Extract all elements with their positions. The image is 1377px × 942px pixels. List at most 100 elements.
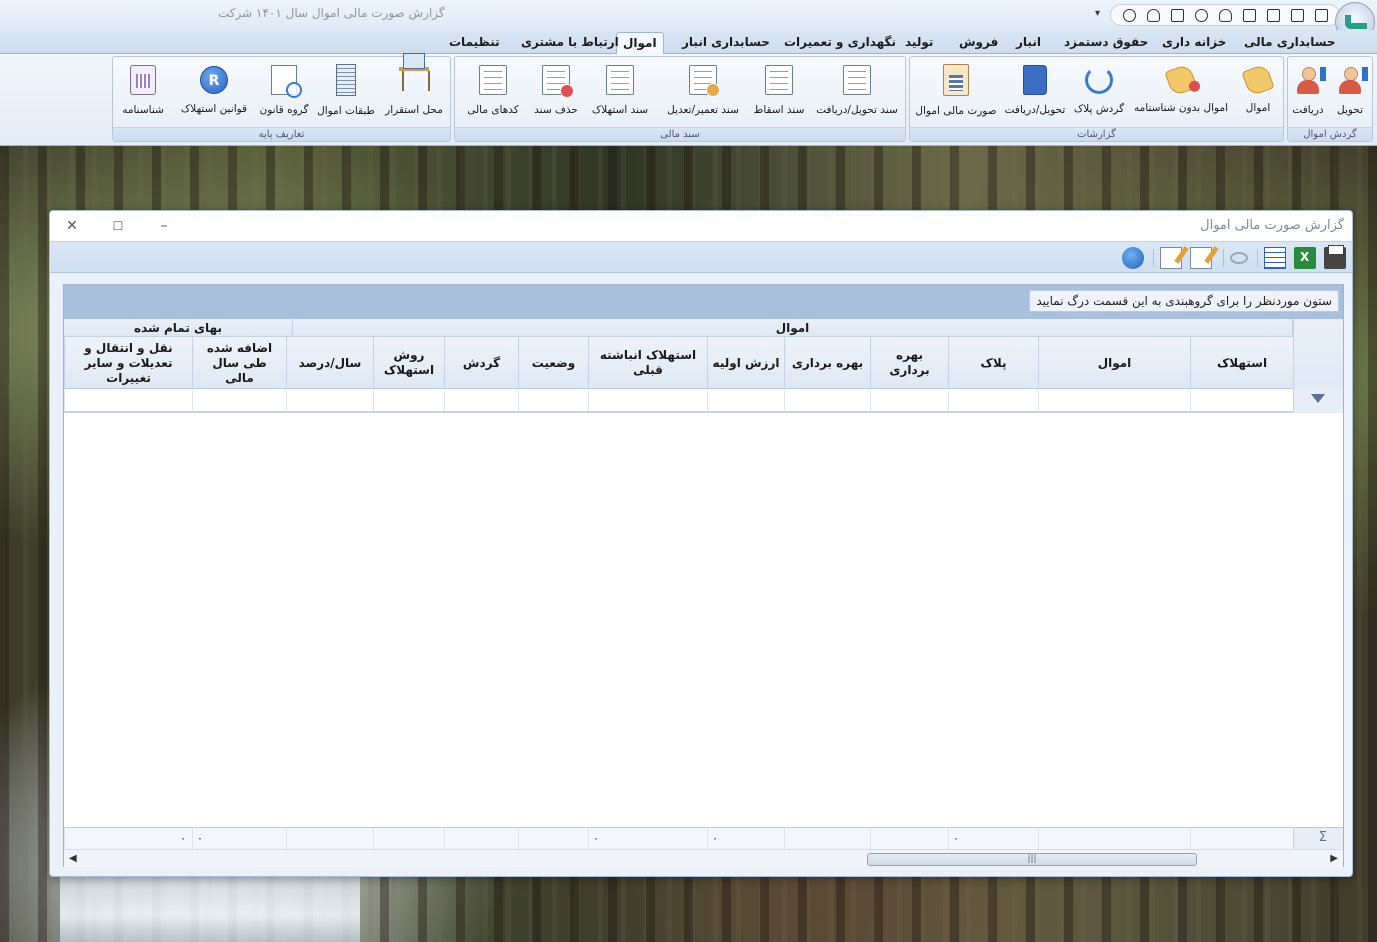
user-icon[interactable] xyxy=(1146,8,1160,22)
filter-cell[interactable] xyxy=(948,391,1038,411)
registered-r-icon: R xyxy=(200,66,228,94)
summary-value: ۰ xyxy=(180,832,186,845)
tab-payroll[interactable]: حقوق دستمزد xyxy=(1058,32,1154,54)
filter-icon[interactable] xyxy=(1311,394,1325,403)
filter-cell[interactable] xyxy=(707,391,784,411)
filter-cell[interactable] xyxy=(373,391,444,411)
tab-crm[interactable]: ارتباط با مشتری xyxy=(515,32,625,54)
law-group-button[interactable]: گروه قانون xyxy=(258,61,310,121)
book-icon[interactable] xyxy=(1266,8,1280,22)
scroll-thumb[interactable]: ||| xyxy=(867,853,1197,866)
tab-maintenance[interactable]: نگهداری و تعمیرات xyxy=(778,32,902,54)
tab-warehouse-accounting[interactable]: حسابداری انبار xyxy=(676,32,776,54)
desktop-background-waterfall xyxy=(60,875,360,942)
col-accumulated-depreciation[interactable]: استهلاک انباشته قبلی xyxy=(588,337,707,389)
tab-warehouse[interactable]: انبار xyxy=(1010,32,1047,54)
receive-button[interactable]: دریافت xyxy=(1288,61,1328,121)
deliver-button[interactable]: تحویل xyxy=(1332,61,1368,121)
filter-cell[interactable] xyxy=(444,391,518,411)
filter-cell[interactable] xyxy=(192,391,286,411)
minimize-icon[interactable]: – xyxy=(152,215,176,237)
quick-access-dropdown-icon[interactable]: ▾ xyxy=(1095,8,1100,19)
col-transfers-adjustments[interactable]: نقل و انتقال و تعدیلات و سایر تغییرات xyxy=(64,337,192,389)
col-depreciation-method[interactable]: روش استهلاک xyxy=(373,337,444,389)
col-initial-value[interactable]: ارزش اولیه xyxy=(707,337,784,389)
deliver-receive-report-button[interactable]: تحویل/دریافت xyxy=(1001,61,1069,121)
horizontal-scrollbar[interactable]: ◀ ||| ▶ xyxy=(64,849,1343,867)
filter-cell[interactable] xyxy=(1038,391,1190,411)
auto-filter-row xyxy=(64,389,1343,413)
summary-cell-added: ۰ xyxy=(192,828,286,850)
delete-doc-button[interactable]: حذف سند xyxy=(531,61,581,121)
close-icon[interactable]: ✕ xyxy=(60,215,84,237)
add-column-icon[interactable] xyxy=(1264,247,1286,269)
financial-codes-button[interactable]: کدهای مالی xyxy=(461,61,525,121)
scroll-left-arrow-icon[interactable]: ◀ xyxy=(69,853,77,864)
depreciation-rules-button[interactable]: R قوانین استهلاک xyxy=(176,61,252,121)
sigma-icon[interactable]: Σ xyxy=(1319,830,1327,845)
filter-cell[interactable] xyxy=(1190,391,1293,411)
mobile-icon[interactable] xyxy=(1314,8,1328,22)
col-asset[interactable]: اموال xyxy=(1038,337,1190,389)
edit-note-icon[interactable] xyxy=(1160,247,1182,269)
filter-cell[interactable] xyxy=(784,391,870,411)
col-added-during-year[interactable]: اضافه شده طی سال مالی xyxy=(192,337,286,389)
col-depreciation[interactable]: استهلاک xyxy=(1190,337,1293,389)
assets-report-button[interactable]: اموال xyxy=(1241,61,1275,121)
col-year-percent[interactable]: سال/درصد xyxy=(286,337,373,389)
contact-card-icon[interactable] xyxy=(1242,8,1256,22)
tab-treasury[interactable]: خزانه داری xyxy=(1156,32,1232,54)
scroll-right-arrow-icon[interactable]: ▶ xyxy=(1330,853,1338,864)
bell-icon[interactable] xyxy=(1218,8,1232,22)
unregistered-assets-button[interactable]: اموال بدون شناسنامه xyxy=(1133,61,1229,121)
filter-cell[interactable] xyxy=(64,391,192,411)
plate-flow-button[interactable]: گردش پلاک xyxy=(1071,61,1127,121)
document-icon xyxy=(765,65,793,95)
grid-data-area[interactable] xyxy=(64,415,1343,827)
report-toolbar xyxy=(50,241,1352,273)
scrap-doc-button[interactable]: سند اسقاط xyxy=(749,61,809,121)
tab-settings[interactable]: تنظیمات xyxy=(443,32,506,54)
summary-footer-row: ۰ ۰ ۰ ۰ ۰ Σ xyxy=(64,827,1343,850)
filter-indicator xyxy=(1293,389,1343,413)
summary-cell xyxy=(870,828,948,850)
maximize-icon[interactable]: ☐ xyxy=(106,215,130,237)
edit-document-icon[interactable] xyxy=(1190,247,1212,269)
calculator-icon[interactable] xyxy=(1170,8,1184,22)
filter-cell[interactable] xyxy=(286,391,373,411)
filter-cell[interactable] xyxy=(870,391,948,411)
group-by-panel[interactable]: ستون موردنظر را برای گروهبندی به این قسم… xyxy=(64,285,1343,319)
col-operation[interactable]: بهره برداری xyxy=(784,337,870,389)
alarm-icon[interactable] xyxy=(1194,8,1208,22)
excel-export-icon[interactable] xyxy=(1294,247,1316,269)
link-icon[interactable] xyxy=(1230,252,1248,264)
tab-sales[interactable]: فروش xyxy=(953,32,1004,54)
band-cost[interactable]: بهای تمام شده xyxy=(64,319,293,337)
report-window: گزارش صورت مالی اموال ✕ ☐ – ستون موردنظر… xyxy=(49,210,1353,877)
col-plate[interactable]: پلاک xyxy=(948,337,1038,389)
col-status[interactable]: وضعیت xyxy=(518,337,588,389)
depreciation-doc-button[interactable]: سند استهلاک xyxy=(585,61,655,121)
summary-value: ۰ xyxy=(593,832,599,845)
clipboard-report-icon xyxy=(943,64,969,96)
asset-classes-button[interactable]: طبقات اموال xyxy=(316,61,376,121)
repair-adjust-doc-button[interactable]: سند تعمیر/تعدیل xyxy=(661,61,745,121)
asset-financial-statement-button[interactable]: صورت مالی اموال xyxy=(913,61,999,121)
deliver-receive-doc-button[interactable]: سند تحویل/دریافت xyxy=(813,61,901,121)
filter-cell[interactable] xyxy=(588,391,707,411)
print-icon[interactable] xyxy=(1324,245,1346,269)
summary-cell xyxy=(444,828,518,850)
group-by-hint: ستون موردنظر را برای گروهبندی به این قسم… xyxy=(1029,290,1339,312)
tab-financial-accounting[interactable]: حسابداری مالی xyxy=(1238,32,1342,54)
id-card-button[interactable]: شناسنامه xyxy=(116,61,170,121)
users-settings-icon[interactable] xyxy=(1122,8,1136,22)
col-turnover[interactable]: گردش xyxy=(444,337,518,389)
filter-cell[interactable] xyxy=(518,391,588,411)
calendar-icon[interactable] xyxy=(1290,8,1304,22)
refresh-icon[interactable] xyxy=(1122,247,1144,269)
col-operation-date[interactable]: بهره برداری xyxy=(870,337,948,389)
location-button[interactable]: محل استقرار xyxy=(382,53,446,121)
tab-production[interactable]: تولید xyxy=(899,32,939,54)
band-assets[interactable]: اموال xyxy=(293,319,1293,337)
summary-value: ۰ xyxy=(953,832,959,845)
